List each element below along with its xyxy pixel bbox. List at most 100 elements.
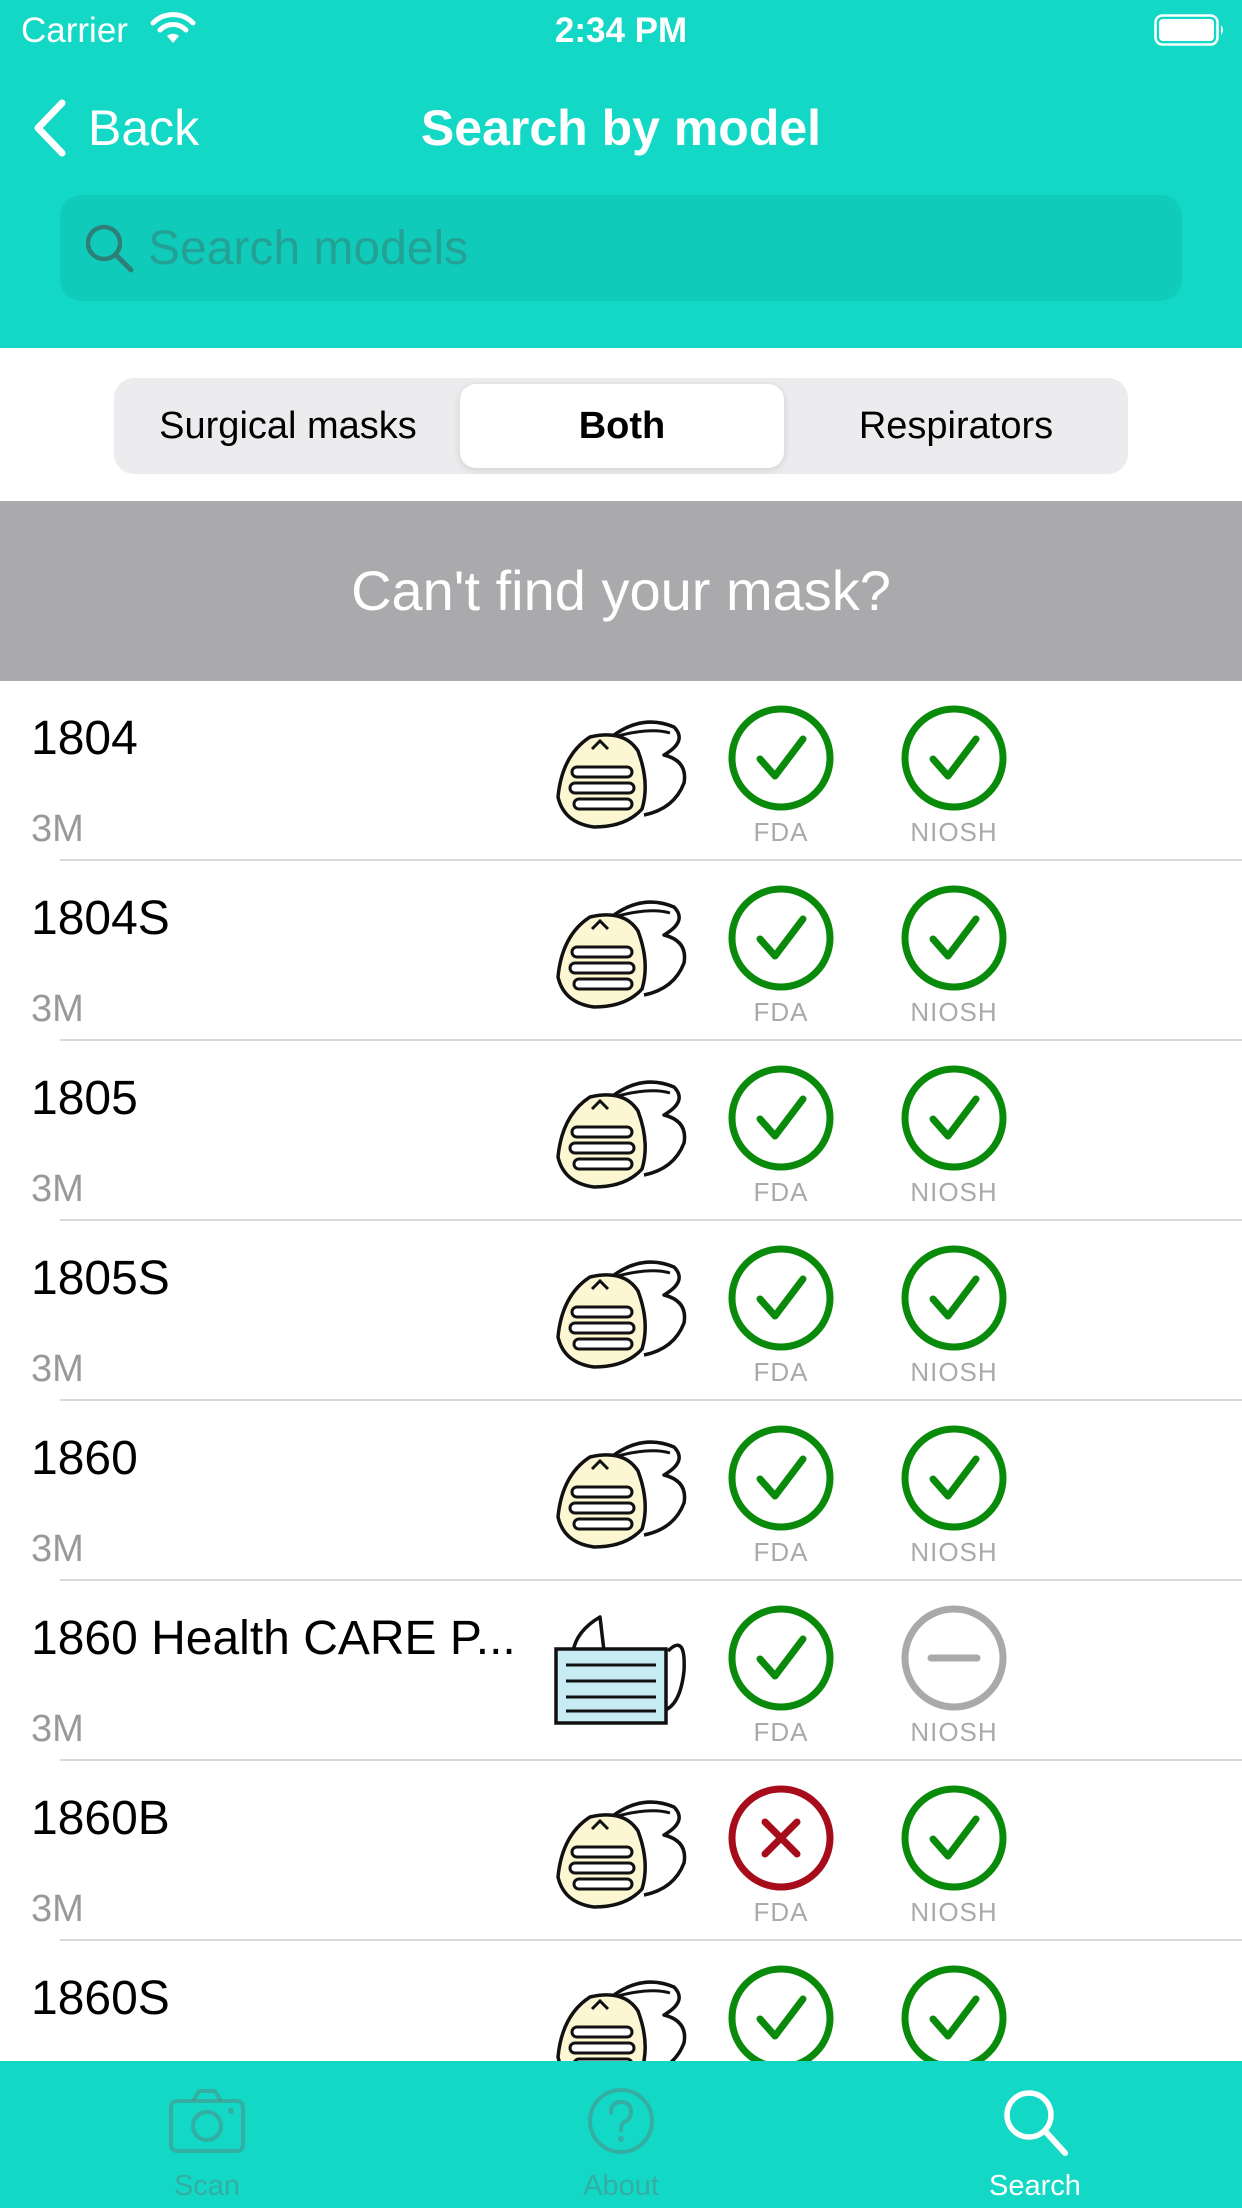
table-row[interactable]: 1860B 3M FDA NIOSH [0, 1761, 1242, 1941]
search-icon [1004, 2090, 1068, 2156]
segment-respirators[interactable]: Respirators [794, 384, 1118, 468]
table-row[interactable]: 1860S3MFDANIOSH [0, 1941, 1242, 2061]
brand-name: 3M [31, 1528, 84, 1570]
battery-icon [1154, 14, 1223, 46]
surgical-mask-icon [554, 1615, 686, 1725]
clock: 2:34 PM [554, 11, 688, 50]
niosh-label: NIOSH [910, 1177, 998, 1207]
model-name: 1805 [31, 1072, 138, 1125]
tab-bar: Scan About Search [0, 2061, 1242, 2208]
fda-status: FDA [716, 883, 846, 1033]
check-circle-icon [728, 885, 834, 991]
search-icon [85, 224, 134, 273]
segment-surgical-masks[interactable]: Surgical masks [126, 384, 450, 468]
brand-name: 3M [31, 1348, 84, 1390]
tab-search[interactable]: Search [828, 2061, 1242, 2208]
fda-label: FDA [753, 1717, 809, 1747]
respirator-mask-icon [556, 720, 687, 829]
tab-search-label: Search [989, 2170, 1081, 2202]
fda-status: FDA [716, 1423, 846, 1573]
check-circle-icon [901, 1425, 1007, 1531]
page-title: Search by model [420, 100, 822, 156]
brand-name: 3M [31, 808, 84, 850]
tab-about-label: About [583, 2170, 659, 2202]
brand-name: 3M [31, 1708, 84, 1750]
respirator-mask-icon [556, 1980, 687, 2061]
model-name: 1860 [31, 1432, 138, 1485]
niosh-status: NIOSH [889, 703, 1019, 853]
niosh-label: NIOSH [910, 817, 998, 847]
fda-label: FDA [753, 1357, 809, 1387]
niosh-status: NIOSH [889, 883, 1019, 1033]
search-input[interactable] [148, 195, 1158, 301]
check-circle-icon [728, 1065, 834, 1171]
check-circle-icon [728, 1605, 834, 1711]
respirator-mask-icon [556, 1440, 687, 1549]
table-row[interactable]: 1804S 3M FDA NIOSH [0, 861, 1242, 1041]
model-name: 1860 Health CARE P... [31, 1612, 516, 1665]
check-circle-icon [901, 1785, 1007, 1891]
results-list[interactable]: 1804 3M FDA NIOSH 1804S 3M FDA NIOSH 1805 3M FDA NI… [0, 681, 1242, 2061]
model-name: 1805S [31, 1252, 170, 1305]
fda-status: FDA [716, 1783, 846, 1933]
search-by-model-screen: Carrier 2:34 PM Back Search by model Sea… [0, 0, 1242, 2208]
fda-status: FDA [716, 1063, 846, 1213]
table-row[interactable]: 1804 3M FDA NIOSH [0, 681, 1242, 861]
mask-type-segmented-control: Surgical masks Both Respirators [114, 378, 1128, 474]
niosh-label: NIOSH [910, 997, 998, 1027]
niosh-status: NIOSH [889, 1783, 1019, 1933]
status-bar: Carrier 2:34 PM [0, 0, 1242, 62]
niosh-label: NIOSH [910, 1717, 998, 1747]
model-name: 1860B [31, 1792, 170, 1845]
niosh-label: NIOSH [910, 1357, 998, 1387]
header: Carrier 2:34 PM Back Search by model [0, 0, 1242, 348]
fda-label: FDA [753, 1177, 809, 1207]
tab-scan[interactable]: Scan [0, 2061, 414, 2208]
tab-scan-label: Scan [173, 2170, 241, 2202]
table-row[interactable]: 1805 3M FDA NIOSH [0, 1041, 1242, 1221]
model-name: 1860S [31, 1972, 170, 2025]
brand-name: 3M [31, 1168, 84, 1210]
brand-name: 3M [31, 1888, 84, 1930]
search-field[interactable] [60, 195, 1182, 301]
cant-find-mask-banner[interactable]: Can't find your mask? [0, 501, 1242, 681]
table-row[interactable]: 1860 3M FDA NIOSH [0, 1401, 1242, 1581]
brand-name: 3M [31, 988, 84, 1030]
check-circle-icon [901, 705, 1007, 811]
fda-status: FDA [716, 1963, 846, 2061]
fda-status: FDA [716, 1603, 846, 1753]
niosh-status: NIOSH [889, 1423, 1019, 1573]
niosh-status: NIOSH [889, 1063, 1019, 1213]
fda-label: FDA [753, 1897, 809, 1927]
question-icon [588, 2088, 654, 2154]
check-circle-icon [901, 885, 1007, 991]
fda-label: FDA [753, 817, 809, 847]
niosh-label: NIOSH [910, 1897, 998, 1927]
fda-status: FDA [716, 703, 846, 853]
fda-label: FDA [753, 997, 809, 1027]
respirator-mask-icon [556, 1260, 687, 1369]
camera-icon [169, 2089, 245, 2153]
model-name: 1804 [31, 712, 138, 765]
check-circle-icon [901, 1245, 1007, 1351]
minus-circle-icon [901, 1605, 1007, 1711]
table-row[interactable]: 1805S 3M FDA NIOSH [0, 1221, 1242, 1401]
fda-status: FDA [716, 1243, 846, 1393]
x-circle-icon [728, 1785, 834, 1891]
table-row[interactable]: 1860 Health CARE P... 3M FDA NIOSH [0, 1581, 1242, 1761]
segment-both[interactable]: Both [460, 384, 784, 468]
check-circle-icon [728, 1965, 834, 2061]
filter-area: Surgical masks Both Respirators [0, 348, 1242, 501]
check-circle-icon [901, 1065, 1007, 1171]
respirator-mask-icon [556, 1080, 687, 1189]
tab-about[interactable]: About [414, 2061, 828, 2208]
check-circle-icon [901, 1965, 1007, 2061]
model-name: 1804S [31, 892, 170, 945]
check-circle-icon [728, 705, 834, 811]
respirator-mask-icon [556, 900, 687, 1009]
niosh-status: NIOSH [889, 1603, 1019, 1753]
check-circle-icon [728, 1245, 834, 1351]
respirator-mask-icon [556, 1800, 687, 1909]
fda-label: FDA [753, 1537, 809, 1567]
check-circle-icon [728, 1425, 834, 1531]
